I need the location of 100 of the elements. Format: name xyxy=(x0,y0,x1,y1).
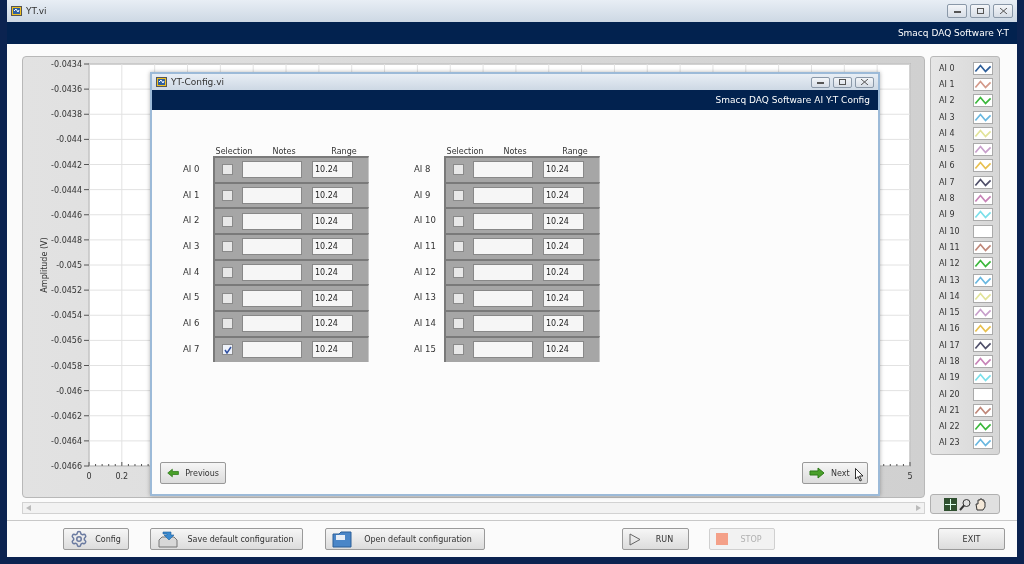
line-swatch[interactable] xyxy=(973,355,993,368)
line-swatch[interactable] xyxy=(973,192,993,205)
close-button[interactable] xyxy=(855,76,874,88)
line-swatch[interactable] xyxy=(973,257,993,271)
line-swatch[interactable] xyxy=(973,110,993,124)
notes-field[interactable] xyxy=(473,161,533,179)
run-button[interactable]: RUN xyxy=(622,528,689,550)
crosshair-icon[interactable] xyxy=(943,497,957,511)
range-field[interactable]: 10.24 xyxy=(312,238,353,256)
line-swatch[interactable] xyxy=(973,61,993,75)
selection-checkbox[interactable] xyxy=(222,292,233,304)
range-field[interactable]: 10.24 xyxy=(312,187,353,205)
notes-field[interactable] xyxy=(242,238,302,256)
line-swatch[interactable] xyxy=(973,208,993,222)
line-swatch[interactable] xyxy=(973,175,993,189)
scroll-right-icon[interactable] xyxy=(916,505,921,511)
notes-field[interactable] xyxy=(242,264,302,282)
range-field[interactable]: 10.24 xyxy=(312,212,353,230)
previous-button[interactable]: Previous xyxy=(160,462,226,484)
range-field[interactable]: 10.24 xyxy=(543,187,584,205)
notes-field[interactable] xyxy=(242,289,302,307)
notes-field[interactable] xyxy=(242,315,302,333)
selection-checkbox[interactable] xyxy=(453,190,464,202)
selection-checkbox[interactable] xyxy=(222,190,233,202)
selection-checkbox[interactable] xyxy=(222,241,233,253)
legend-label: AI 18 xyxy=(939,357,960,366)
line-swatch[interactable] xyxy=(973,322,993,336)
selection-checkbox[interactable] xyxy=(453,344,464,356)
selection-checkbox[interactable] xyxy=(453,292,464,304)
legend-label: AI 4 xyxy=(939,128,955,138)
range-field[interactable]: 10.24 xyxy=(543,212,584,230)
line-swatch[interactable] xyxy=(973,387,993,401)
line-swatch[interactable] xyxy=(973,224,993,238)
range-field[interactable]: 10.24 xyxy=(543,161,584,179)
selection-checkbox[interactable] xyxy=(453,267,464,279)
line-swatch[interactable] xyxy=(973,403,993,417)
range-field[interactable]: 10.24 xyxy=(312,289,353,307)
notes-field[interactable] xyxy=(242,161,302,179)
close-button[interactable] xyxy=(993,4,1013,18)
maximize-button[interactable] xyxy=(970,4,990,18)
selection-checkbox[interactable] xyxy=(453,215,464,227)
y-tick-label: -0.0444 xyxy=(51,185,82,195)
selection-checkbox[interactable] xyxy=(222,344,233,356)
column-header: Range xyxy=(330,147,358,156)
horizontal-scrollbar[interactable] xyxy=(22,502,925,514)
range-field[interactable]: 10.24 xyxy=(312,161,353,179)
line-swatch[interactable] xyxy=(973,289,993,303)
open-button[interactable]: Open default configuration xyxy=(325,528,485,550)
notes-field[interactable] xyxy=(473,238,533,256)
notes-field[interactable] xyxy=(242,341,302,359)
selection-checkbox[interactable] xyxy=(453,164,464,176)
range-field[interactable]: 10.24 xyxy=(543,238,584,256)
selection-checkbox[interactable] xyxy=(222,164,233,176)
line-swatch[interactable] xyxy=(973,436,993,450)
line-swatch[interactable] xyxy=(973,371,993,385)
selection-checkbox[interactable] xyxy=(453,318,464,330)
notes-field[interactable] xyxy=(242,212,302,230)
line-swatch[interactable] xyxy=(973,126,993,140)
minimize-button[interactable] xyxy=(811,76,830,88)
range-field[interactable]: 10.24 xyxy=(312,264,353,282)
line-swatch[interactable] xyxy=(973,159,993,173)
channel-label: AI 15 xyxy=(414,343,437,354)
notes-field[interactable] xyxy=(473,212,533,230)
notes-field[interactable] xyxy=(242,187,302,205)
notes-field[interactable] xyxy=(473,264,533,282)
selection-checkbox[interactable] xyxy=(222,215,233,227)
line-swatch[interactable] xyxy=(973,240,993,254)
line-swatch[interactable] xyxy=(973,77,993,91)
line-swatch[interactable] xyxy=(973,306,993,320)
line-swatch[interactable] xyxy=(973,338,993,352)
tray-arrow-icon xyxy=(157,530,179,548)
line-swatch[interactable] xyxy=(973,143,993,157)
notes-field[interactable] xyxy=(473,289,533,307)
line-swatch[interactable] xyxy=(973,94,993,108)
channel-label: AI 13 xyxy=(414,292,437,303)
exit-button[interactable]: EXIT xyxy=(938,528,1005,550)
notes-field[interactable] xyxy=(473,315,533,333)
notes-field[interactable] xyxy=(473,187,533,205)
minimize-button[interactable] xyxy=(947,4,967,18)
channel-label: AI 11 xyxy=(414,240,437,251)
zoom-icon[interactable] xyxy=(958,497,972,511)
range-field[interactable]: 10.24 xyxy=(543,341,584,359)
next-button[interactable]: Next xyxy=(802,462,868,484)
selection-checkbox[interactable] xyxy=(453,241,464,253)
scroll-left-icon[interactable] xyxy=(26,505,31,511)
config-button[interactable]: Config xyxy=(63,528,129,550)
save-button[interactable]: Save default configuration xyxy=(150,528,303,550)
range-field[interactable]: 10.24 xyxy=(312,315,353,333)
selection-checkbox[interactable] xyxy=(222,267,233,279)
selection-checkbox[interactable] xyxy=(222,318,233,330)
hand-icon[interactable] xyxy=(973,497,987,511)
range-field[interactable]: 10.24 xyxy=(312,341,353,359)
range-field[interactable]: 10.24 xyxy=(543,289,584,307)
channel-label: AI 14 xyxy=(414,317,437,328)
maximize-button[interactable] xyxy=(833,76,852,88)
line-swatch[interactable] xyxy=(973,273,993,287)
range-field[interactable]: 10.24 xyxy=(543,315,584,333)
line-swatch[interactable] xyxy=(973,420,993,434)
range-field[interactable]: 10.24 xyxy=(543,264,584,282)
notes-field[interactable] xyxy=(473,341,533,359)
